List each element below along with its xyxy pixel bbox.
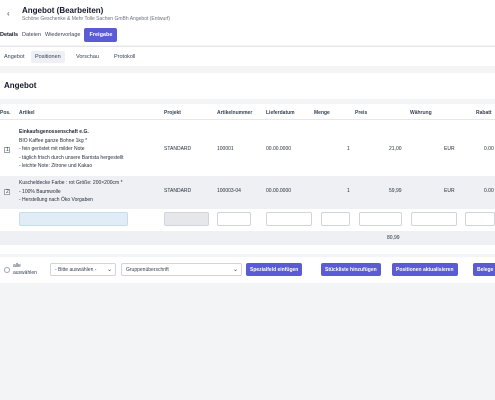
col-header-projekt: Projekt xyxy=(164,110,181,116)
col-header-preis: Preis xyxy=(355,110,368,116)
lieferdatum-input[interactable] xyxy=(266,212,312,226)
article-line: - leichte Note: Zitrone und Kakao xyxy=(19,163,93,169)
row-menge: 1 xyxy=(347,188,350,194)
new-position-row xyxy=(0,210,495,230)
col-header-lieferdatum: Lieferdatum xyxy=(266,110,295,116)
article-line: - 100% Baumwolle xyxy=(19,188,61,195)
menge-input[interactable] xyxy=(321,212,350,226)
col-header-menge: Menge xyxy=(314,110,330,116)
article-line: - fein geröstet mit milder Note xyxy=(19,146,85,152)
page-subtitle: Schöne Geschenke & Mehr Tolle Sachen GmB… xyxy=(22,16,171,22)
sub-navigation: Angebot Positionen Vorschau Protokoll xyxy=(0,46,495,66)
rabatt-input[interactable] xyxy=(465,212,495,226)
sum-value: 80,99 xyxy=(387,235,400,241)
stueckliste-button[interactable]: Stückliste hinzufügen xyxy=(321,263,381,276)
article-line: - Herstellung nach Öko Vorgaben xyxy=(19,197,93,203)
sum-row: 80,99 xyxy=(0,231,495,245)
section-title: Angebot xyxy=(4,81,37,90)
spezialfeld-button[interactable]: Spezialfeld einfügen xyxy=(246,263,303,276)
preis-input[interactable] xyxy=(359,212,402,226)
col-header-artikel: Artikel xyxy=(19,110,35,116)
projekt-input[interactable] xyxy=(164,212,209,226)
col-header-artikelnummer: Artikelnummer xyxy=(217,110,253,116)
row-artikelnummer: 100003-04 xyxy=(217,188,241,194)
header-divider xyxy=(0,119,495,120)
freigabe-button[interactable]: Freigabe xyxy=(84,27,118,42)
positionen-aktualisieren-button[interactable]: Positionen aktualisieren xyxy=(392,263,458,276)
subnav-positionen[interactable]: Positionen xyxy=(31,51,65,63)
row-pos: 2 xyxy=(6,189,9,195)
row-preis: 59,99 xyxy=(389,188,402,194)
row-projekt: STANDARD xyxy=(164,146,192,152)
app-header: ‹ Angebot (Bearbeiten) Schöne Geschenke … xyxy=(0,0,495,45)
chevron-down-icon: ⌄ xyxy=(232,267,238,273)
table-row[interactable]: 2 Kuscheldecke Farbe : rot Größe: 200×20… xyxy=(0,176,495,209)
belege-button[interactable]: Belege xyxy=(473,263,495,276)
action-select-value: - Bitte auswählen - xyxy=(55,267,97,273)
row-menge: 1 xyxy=(347,146,350,152)
waehrung-input[interactable] xyxy=(411,212,457,226)
row-pos: 1 xyxy=(6,147,9,153)
row-projekt: STANDARD xyxy=(164,188,192,194)
section-card: Angebot xyxy=(0,73,495,99)
tab-dateien[interactable]: Dateien xyxy=(22,32,41,38)
col-header-waehrung: Währung xyxy=(410,110,432,116)
article-line: BIO Kaffee ganze Bohne 1kg * xyxy=(19,137,88,144)
row-article[interactable]: Kuscheldecke Farbe : rot Größe: 200×200c… xyxy=(19,179,159,205)
row-article[interactable]: Einkaufsgenossenschaft e.G. BIO Kaffee g… xyxy=(19,128,159,171)
select-all-radio[interactable] xyxy=(4,267,10,273)
row-lieferdatum: 00.00.0000 xyxy=(266,146,292,152)
group-select-value: Gruppenüberschrift xyxy=(126,267,169,273)
back-icon[interactable]: ‹ xyxy=(7,9,10,18)
tab-wiedervorlage[interactable]: Wiedervorlage xyxy=(45,32,80,38)
action-select[interactable]: - Bitte auswählen - ⌄ xyxy=(50,263,116,276)
artikelnummer-input[interactable] xyxy=(217,212,251,226)
page-title: Angebot (Bearbeiten) xyxy=(22,6,104,15)
table-row[interactable]: 1 Einkaufsgenossenschaft e.G. BIO Kaffee… xyxy=(0,124,495,176)
row-rabatt: 0.00 xyxy=(484,188,494,194)
row-waehrung: EUR xyxy=(444,146,455,152)
row-rabatt: 0.00 xyxy=(484,146,494,152)
tab-details[interactable]: Details xyxy=(0,32,18,38)
main-tabs: Details Dateien Wiedervorlage Freigabe xyxy=(0,27,121,42)
subnav-protokoll[interactable]: Protokoll xyxy=(110,51,139,63)
article-input[interactable] xyxy=(19,212,128,226)
subnav-vorschau[interactable]: Vorschau xyxy=(72,51,103,63)
article-line: - täglich frisch durch unsere Barrista h… xyxy=(19,154,124,161)
article-line: Kuscheldecke Farbe : rot Größe: 200×200c… xyxy=(19,180,123,186)
article-company: Einkaufsgenossenschaft e.G. xyxy=(19,129,89,135)
row-preis: 21,00 xyxy=(389,146,402,152)
row-waehrung: EUR xyxy=(444,188,455,194)
col-header-rabatt: Rabatt xyxy=(476,110,492,116)
row-artikelnummer: 100001 xyxy=(217,146,234,152)
col-header-pos: Pos. xyxy=(0,110,11,116)
select-all-label: alle auswählen xyxy=(13,263,37,276)
actions-bar: alle auswählen - Bitte auswählen - ⌄ Gru… xyxy=(0,257,495,283)
group-select[interactable]: Gruppenüberschrift ⌄ xyxy=(121,263,242,276)
subnav-angebot[interactable]: Angebot xyxy=(0,51,29,63)
chevron-down-icon: ⌄ xyxy=(106,267,112,273)
row-lieferdatum: 00.00.0000 xyxy=(266,188,292,194)
